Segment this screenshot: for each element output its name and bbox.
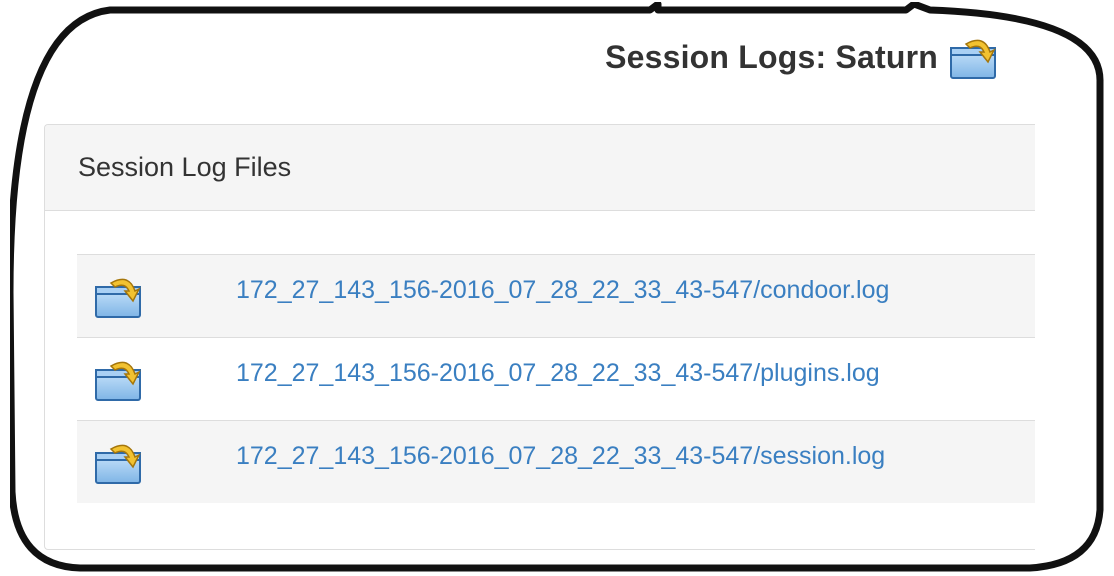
icon-cell [77,420,236,503]
panel-body: 172_27_143_156-2016_07_28_22_33_43-547/c… [45,211,1035,503]
session-log-files-panel: Session Log Files 172_27_143_156-2016_07… [44,124,1035,550]
table-row: 172_27_143_156-2016_07_28_22_33_43-547/c… [77,254,1035,338]
file-link-condoor-log[interactable]: 172_27_143_156-2016_07_28_22_33_43-547/c… [236,276,889,304]
screenshot-stage: Session Logs: Saturn Session Log Files 1… [0,0,1114,576]
page-header: Session Logs: Saturn [605,34,998,80]
folder-arrow-icon[interactable] [93,273,236,319]
panel-title: Session Log Files [78,152,292,182]
folder-arrow-icon[interactable] [93,356,236,402]
page-title: Session Logs: Saturn [605,38,938,75]
file-name-cell: 172_27_143_156-2016_07_28_22_33_43-547/c… [236,254,1035,338]
table-row: 172_27_143_156-2016_07_28_22_33_43-547/p… [77,337,1035,421]
file-link-session-log[interactable]: 172_27_143_156-2016_07_28_22_33_43-547/s… [236,442,885,470]
panel-heading: Session Log Files [45,125,1035,211]
icon-cell [77,337,236,421]
icon-cell [77,254,236,338]
folder-arrow-icon[interactable] [93,439,236,485]
file-name-cell: 172_27_143_156-2016_07_28_22_33_43-547/s… [236,420,1035,503]
file-table: 172_27_143_156-2016_07_28_22_33_43-547/c… [77,254,1035,503]
file-link-plugins-log[interactable]: 172_27_143_156-2016_07_28_22_33_43-547/p… [236,359,880,387]
file-name-cell: 172_27_143_156-2016_07_28_22_33_43-547/p… [236,337,1035,421]
folder-arrow-icon[interactable] [948,34,998,80]
table-row: 172_27_143_156-2016_07_28_22_33_43-547/s… [77,420,1035,503]
